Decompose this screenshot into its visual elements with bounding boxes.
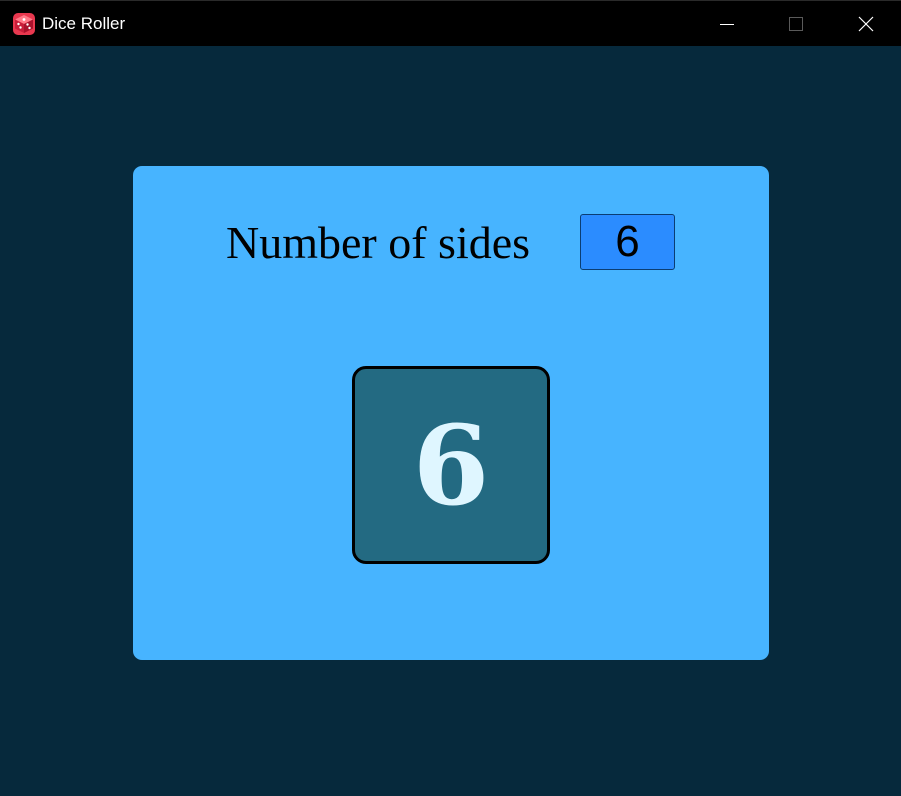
- sides-input[interactable]: [580, 214, 675, 270]
- sides-label: Number of sides: [226, 217, 531, 268]
- maximize-button[interactable]: [761, 1, 831, 47]
- close-icon: [858, 16, 874, 32]
- dice-app-icon: [12, 12, 36, 36]
- roll-dice-button[interactable]: 6: [352, 366, 550, 564]
- maximize-icon: [788, 16, 804, 32]
- minimize-button[interactable]: [692, 1, 762, 47]
- roll-result: 6: [412, 401, 490, 530]
- window-title: Dice Roller: [42, 14, 126, 33]
- close-button[interactable]: [831, 1, 901, 47]
- title-bar[interactable]: Dice Roller: [0, 0, 901, 46]
- minimize-icon: [719, 16, 735, 32]
- dice-panel: Number of sides 6: [133, 166, 769, 660]
- app-window: Dice Roller Number of sides 6 6: [0, 0, 901, 796]
